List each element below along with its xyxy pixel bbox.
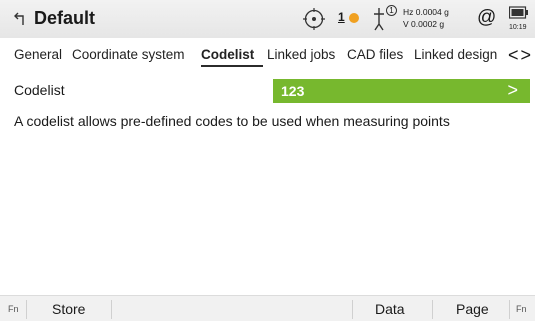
sensor-status[interactable]: 1 xyxy=(371,0,397,38)
softkey-bar: Fn Store Data Page Fn xyxy=(0,295,535,321)
codelist-selector[interactable]: 123 > xyxy=(273,79,530,103)
page-button[interactable]: Page xyxy=(456,299,489,320)
tab-next-icon[interactable]: > xyxy=(521,45,534,65)
softkey-divider xyxy=(352,300,353,319)
clock: 10:19 xyxy=(509,24,527,31)
tab-general[interactable]: General xyxy=(14,47,62,62)
sensor-badge: 1 xyxy=(386,5,397,16)
softkey-divider xyxy=(111,300,112,319)
prism-count: 1 xyxy=(338,10,345,24)
active-tab-indicator xyxy=(201,65,263,67)
codelist-label: Codelist xyxy=(14,82,65,98)
codelist-value: 123 xyxy=(281,83,305,99)
codelist-description: A codelist allows pre-defined codes to b… xyxy=(14,113,450,129)
tab-scroll: <> xyxy=(508,45,533,66)
fn-left-key[interactable]: Fn xyxy=(8,304,19,314)
v-tilt: V 0.0002 g xyxy=(403,19,445,29)
tab-codelist[interactable]: Codelist xyxy=(201,47,254,62)
battery-icon xyxy=(509,6,528,19)
data-button[interactable]: Data xyxy=(375,299,405,320)
target-icon[interactable] xyxy=(302,0,330,38)
title-bar: Default 1 1 Hz 0.0004 g V 0.0002 g @ 10:… xyxy=(0,0,535,38)
store-button[interactable]: Store xyxy=(52,299,85,320)
tab-cad-files[interactable]: CAD files xyxy=(347,47,403,62)
softkey-divider xyxy=(432,300,433,319)
prism-status[interactable]: 1 xyxy=(336,0,364,38)
tilt-readout[interactable]: Hz 0.0004 g V 0.0002 g xyxy=(403,0,459,38)
tab-prev-icon[interactable]: < xyxy=(508,45,521,65)
battery-status[interactable]: 10:19 xyxy=(508,0,532,38)
fn-right-key[interactable]: Fn xyxy=(516,304,527,314)
tab-linked-jobs[interactable]: Linked jobs xyxy=(267,47,335,62)
connection-icon[interactable]: @ xyxy=(477,7,496,31)
prism-icon xyxy=(349,13,359,23)
back-icon[interactable] xyxy=(14,10,28,26)
tab-bar: General Coordinate system Codelist Linke… xyxy=(0,40,535,70)
hz-tilt: Hz 0.0004 g xyxy=(403,7,449,17)
tab-coordinate-system[interactable]: Coordinate system xyxy=(72,47,185,62)
softkey-divider xyxy=(509,300,510,319)
chevron-right-icon: > xyxy=(507,80,518,100)
sensor-icon xyxy=(374,8,384,31)
page-title: Default xyxy=(34,8,96,28)
softkey-divider xyxy=(26,300,27,319)
tab-linked-design[interactable]: Linked design xyxy=(414,47,497,62)
